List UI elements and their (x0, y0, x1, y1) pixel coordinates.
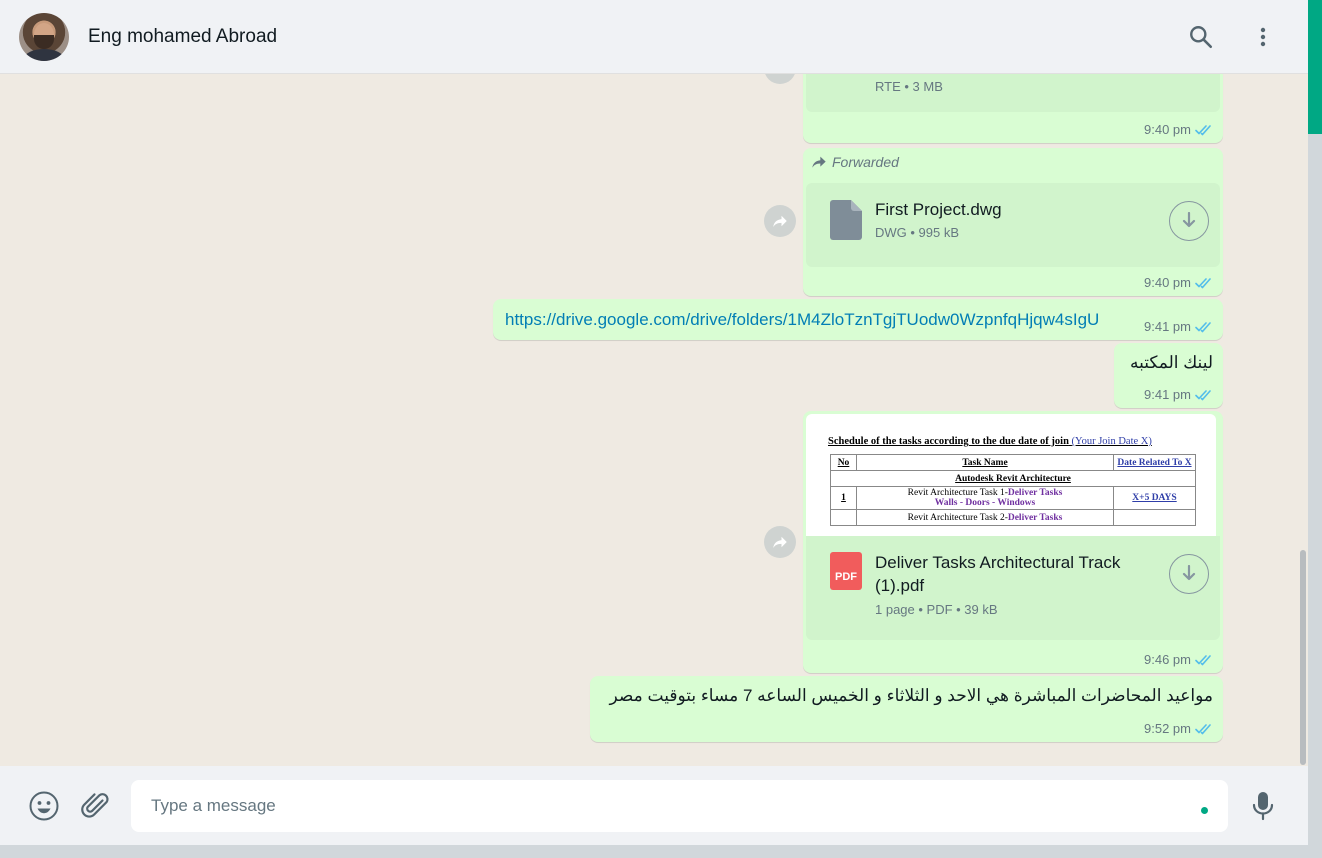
forwarded-icon (812, 156, 826, 168)
message-meta: 9:41 pm (1144, 319, 1213, 334)
document-meta: DWG • 995 kB (875, 225, 960, 240)
emoji-icon[interactable] (28, 790, 60, 822)
message-input[interactable] (151, 793, 1191, 819)
read-ticks-icon (1195, 723, 1211, 734)
message-time: 9:41 pm (1144, 387, 1191, 402)
accent-strip (1308, 0, 1322, 134)
download-button[interactable] (1169, 201, 1209, 241)
message-meta: 9:41 pm (1144, 387, 1213, 402)
mic-icon[interactable] (1247, 790, 1279, 822)
message-body: مواعيد المحاضرات المباشرة هي الاحد و الث… (609, 686, 1213, 705)
side-strip (1308, 134, 1322, 858)
document-meta: 1 page • PDF • 39 kB (875, 602, 998, 617)
read-ticks-icon (1195, 389, 1211, 400)
message-document[interactable]: Forwarded First Project.dwg DWG • 995 kB… (803, 148, 1223, 296)
document-meta: RTE • 3 MB (875, 79, 943, 94)
scrollbar[interactable] (1300, 550, 1306, 765)
message-body: لينك المكتبه (1130, 353, 1213, 372)
forward-button[interactable] (764, 526, 796, 558)
file-icon (830, 200, 862, 240)
document-name: Deliver Tasks Architectural Track (1).pdf (875, 553, 1121, 595)
message-meta: 9:40 pm (1144, 275, 1213, 290)
document-card[interactable]: First Project.dwg DWG • 995 kB (806, 183, 1220, 267)
message-list[interactable]: RTE • 3 MB 9:40 pm Forwarded First Proje… (0, 23, 1308, 766)
input-status-dot (1201, 807, 1208, 814)
message-meta: 9:52 pm (1144, 721, 1213, 736)
read-ticks-icon (1195, 654, 1211, 665)
read-ticks-icon (1195, 321, 1211, 332)
chat-header: Eng mohamed Abroad (0, 0, 1308, 74)
message-text[interactable]: لينك المكتبه 9:41 pm (1114, 343, 1223, 408)
message-time: 9:46 pm (1144, 652, 1191, 667)
pdf-icon: PDF (830, 552, 862, 590)
message-text[interactable]: مواعيد المحاضرات المباشرة هي الاحد و الث… (590, 676, 1223, 742)
contact-name[interactable]: Eng mohamed Abroad (88, 26, 277, 48)
message-link[interactable]: https://drive.google.com/drive/folders/1… (493, 299, 1223, 340)
avatar[interactable] (19, 13, 69, 61)
message-document[interactable]: Schedule of the tasks according to the d… (803, 411, 1223, 673)
message-input-box[interactable] (131, 780, 1228, 832)
forward-button[interactable] (764, 205, 796, 237)
attach-icon[interactable] (80, 790, 112, 822)
message-meta: 9:40 pm (1144, 122, 1213, 137)
download-button[interactable] (1169, 554, 1209, 594)
message-time: 9:40 pm (1144, 122, 1191, 137)
document-card[interactable]: PDF Deliver Tasks Architectural Track (1)… (806, 536, 1220, 640)
menu-dots-icon[interactable] (1248, 22, 1278, 52)
preview-table: No Task Name Date Related To X Autodesk … (830, 454, 1196, 526)
message-time: 9:41 pm (1144, 319, 1191, 334)
chat-window: Eng mohamed Abroad RTE • 3 MB 9:40 pm Fo… (0, 0, 1308, 845)
preview-title: Schedule of the tasks according to the d… (828, 436, 1152, 447)
forwarded-label: Forwarded (811, 154, 899, 170)
read-ticks-icon (1195, 124, 1211, 135)
read-ticks-icon (1195, 277, 1211, 288)
message-meta: 9:46 pm (1144, 652, 1213, 667)
message-time: 9:40 pm (1144, 275, 1191, 290)
message-time: 9:52 pm (1144, 721, 1191, 736)
composer (0, 766, 1308, 845)
document-preview[interactable]: Schedule of the tasks according to the d… (806, 414, 1216, 536)
document-name: First Project.dwg (875, 200, 1002, 219)
message-link-url[interactable]: https://drive.google.com/drive/folders/1… (505, 310, 1099, 330)
search-icon[interactable] (1186, 22, 1216, 52)
